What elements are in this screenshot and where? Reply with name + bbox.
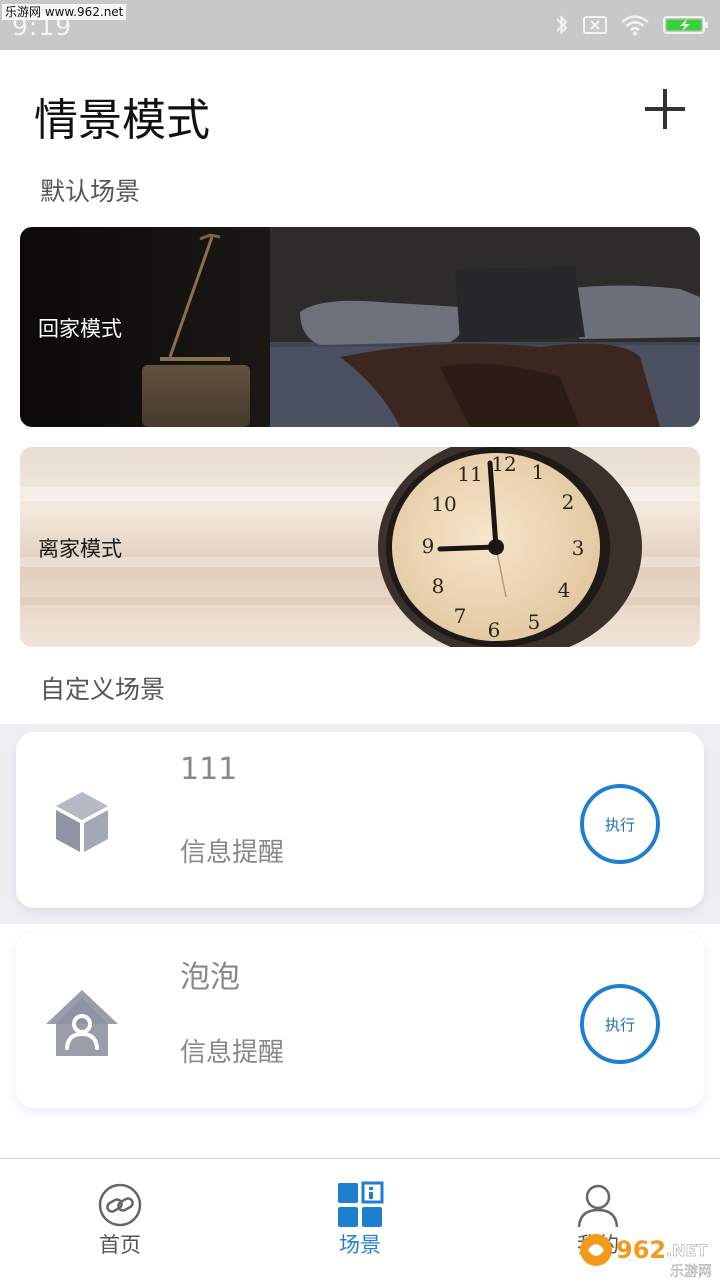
grid-scene-icon: [338, 1181, 384, 1227]
svg-text:10: 10: [431, 492, 456, 516]
svg-text:12: 12: [491, 452, 516, 476]
cube-icon: [56, 792, 108, 852]
status-bar: 9:19 乐游网 www.962.net: [0, 0, 720, 50]
svg-text:11: 11: [457, 462, 482, 486]
execute-button[interactable]: 执行: [580, 784, 660, 864]
svg-text:5: 5: [528, 610, 541, 634]
default-section-label: 默认场景: [40, 177, 141, 206]
bedroom-image: [20, 227, 700, 427]
svg-text:7: 7: [454, 604, 467, 628]
scene-card-home[interactable]: 回家模式: [20, 227, 700, 427]
svg-text:6: 6: [488, 618, 501, 642]
svg-text:3: 3: [572, 536, 585, 560]
custom-scene-card[interactable]: 111 信息提醒 执行: [16, 732, 704, 908]
custom-section-label: 自定义场景: [40, 675, 166, 704]
add-scene-button[interactable]: [642, 86, 688, 132]
svg-text:4: 4: [558, 578, 571, 602]
scene-card-away[interactable]: 12 1 2 3 4 5 6 7 8 9 10 11 离家模式: [20, 447, 700, 647]
nav-label-scene: 场景: [339, 1233, 381, 1257]
nav-item-scene[interactable]: 场景: [260, 1159, 460, 1280]
link-circle-icon: [98, 1183, 142, 1227]
custom-scene-name: 111: [180, 752, 238, 787]
user-icon: [577, 1184, 619, 1228]
home-person-icon: [46, 990, 118, 1056]
svg-text:.NET: .NET: [666, 1241, 707, 1260]
execute-button[interactable]: 执行: [580, 984, 660, 1064]
bluetooth-icon: [556, 15, 568, 35]
svg-text:2: 2: [562, 490, 575, 514]
battery-charging-icon: [663, 16, 708, 34]
nav-item-home[interactable]: 首页: [20, 1159, 220, 1280]
svg-text:乐游网: 乐游网: [670, 1264, 712, 1280]
status-icons: [554, 12, 710, 38]
svg-text:9: 9: [422, 534, 435, 558]
custom-scene-card[interactable]: 泡泡 信息提醒 执行: [16, 932, 704, 1108]
svg-text:8: 8: [432, 574, 445, 598]
watermark-top: 乐游网 www.962.net: [2, 4, 127, 20]
alarm-clock-image: 12 1 2 3 4 5 6 7 8 9 10 11: [20, 447, 700, 647]
nav-label-home: 首页: [99, 1233, 141, 1257]
wifi-icon: [621, 15, 649, 36]
scene-label-home: 回家模式: [38, 317, 122, 341]
scene-label-away: 离家模式: [38, 537, 122, 561]
page-title: 情景模式: [34, 95, 210, 146]
watermark-logo: 962 .NET 乐游网: [580, 1234, 712, 1280]
sim-disabled-icon: [583, 16, 607, 34]
custom-scene-subtitle: 信息提醒: [180, 838, 285, 868]
svg-text:1: 1: [532, 460, 545, 484]
svg-text:962: 962: [616, 1236, 666, 1264]
plus-icon: [645, 89, 685, 129]
custom-scene-name: 泡泡: [180, 960, 240, 995]
custom-scene-subtitle: 信息提醒: [180, 1038, 285, 1068]
